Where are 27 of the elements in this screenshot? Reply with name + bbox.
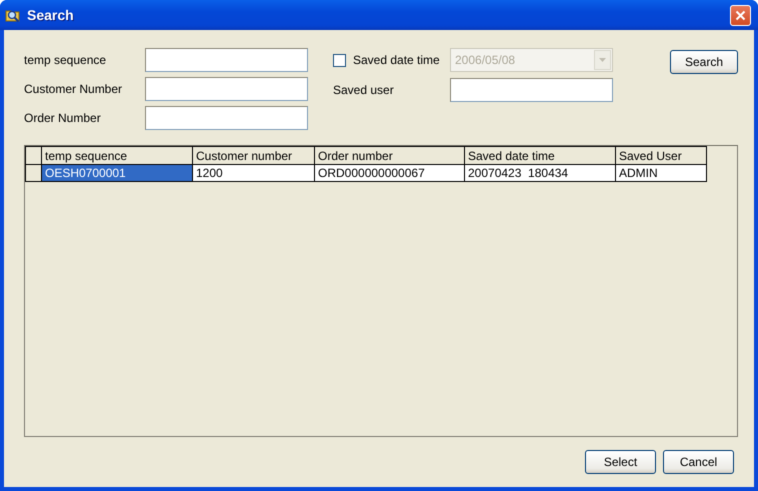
- input-field[interactable]: [145, 106, 308, 130]
- input-field[interactable]: [450, 78, 613, 102]
- window-title: Search: [27, 7, 75, 23]
- checkbox-label: Saved date time: [353, 53, 440, 67]
- table-cell: ORD000000000067: [314, 164, 464, 182]
- column-header[interactable]: Saved date time: [464, 146, 616, 164]
- column-header[interactable]: Customer number: [192, 146, 314, 164]
- column-header[interactable]: temp sequence: [42, 146, 192, 164]
- close-button[interactable]: [730, 4, 751, 26]
- dropdown-arrow-icon: [599, 58, 606, 62]
- dialog-button[interactable]: Cancel: [663, 450, 734, 474]
- close-icon: [735, 10, 746, 20]
- field-label: Customer Number: [24, 82, 124, 96]
- field-label: temp sequence: [24, 53, 108, 67]
- table-cell: 1200: [192, 164, 314, 182]
- field-label: Order Number: [24, 111, 102, 125]
- input-field[interactable]: [145, 48, 308, 72]
- row-header[interactable]: [26, 164, 42, 182]
- column-header[interactable]: Order number: [314, 146, 464, 164]
- table-cell: ADMIN: [616, 164, 706, 182]
- input-field[interactable]: [145, 77, 308, 101]
- table-cell: OESH0700001: [42, 164, 192, 182]
- field-label: Saved user: [333, 83, 395, 97]
- column-header[interactable]: Saved User: [616, 146, 706, 164]
- search-button[interactable]: Search: [670, 50, 738, 74]
- table-cell: 20070423 180434: [464, 164, 616, 182]
- dialog-button[interactable]: Select: [585, 450, 656, 474]
